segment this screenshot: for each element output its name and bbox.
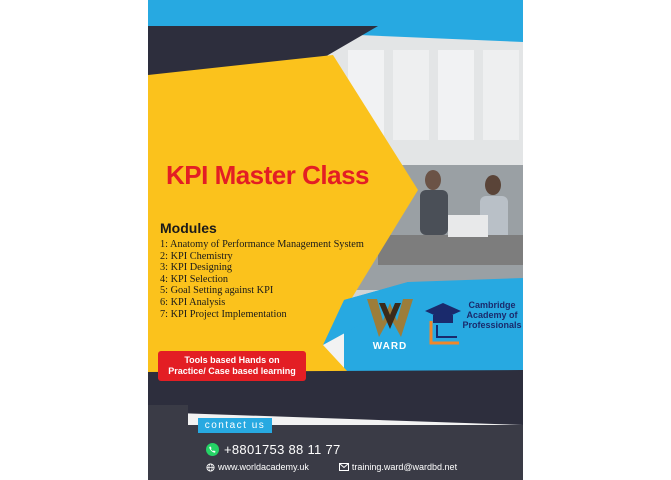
module-item: 2: KPI Chemistry [160, 250, 233, 262]
phone-row: +8801753 88 11 77 [206, 440, 341, 458]
module-item: 6: KPI Analysis [160, 296, 226, 308]
cambridge-line-1: Cambridge [468, 300, 516, 310]
module-item: 7: KPI Project Implementation [160, 308, 287, 320]
cambridge-logo-text: Cambridge Academy of Professionals [460, 300, 523, 330]
web-email-row: www.worldacademy.uk training.ward@wardbd… [206, 461, 457, 473]
module-item: 1: Anatomy of Performance Management Sys… [160, 239, 364, 250]
email-icon [338, 463, 349, 471]
tools-badge: Tools based Hands on Practice/ Case base… [158, 351, 306, 381]
email-link[interactable]: training.ward@wardbd.net [352, 462, 457, 472]
modules-heading: Modules [160, 220, 217, 236]
flyer: KPI Master Class Modules 1: Anatomy of P… [148, 0, 523, 480]
globe-icon [206, 462, 215, 472]
website-link[interactable]: www.worldacademy.uk [218, 462, 309, 472]
tools-badge-line-2: Practice/ Case based learning [168, 366, 296, 376]
module-item: 5: Goal Setting against KPI [160, 285, 274, 297]
whatsapp-icon [206, 442, 219, 456]
cambridge-line-3: Professionals [462, 320, 522, 330]
module-item: 4: KPI Selection [160, 273, 229, 285]
cambridge-line-2: Academy of [466, 310, 518, 320]
tools-badge-line-1: Tools based Hands on [184, 355, 280, 365]
module-item: 3: KPI Designing [160, 262, 233, 274]
flyer-title: KPI Master Class [166, 160, 369, 190]
ward-logo-label: WARD [372, 341, 408, 352]
contact-us-tab: contact us [198, 418, 272, 433]
phone-number[interactable]: +8801753 88 11 77 [224, 442, 341, 457]
module-list: 1: Anatomy of Performance Management Sys… [160, 239, 364, 320]
